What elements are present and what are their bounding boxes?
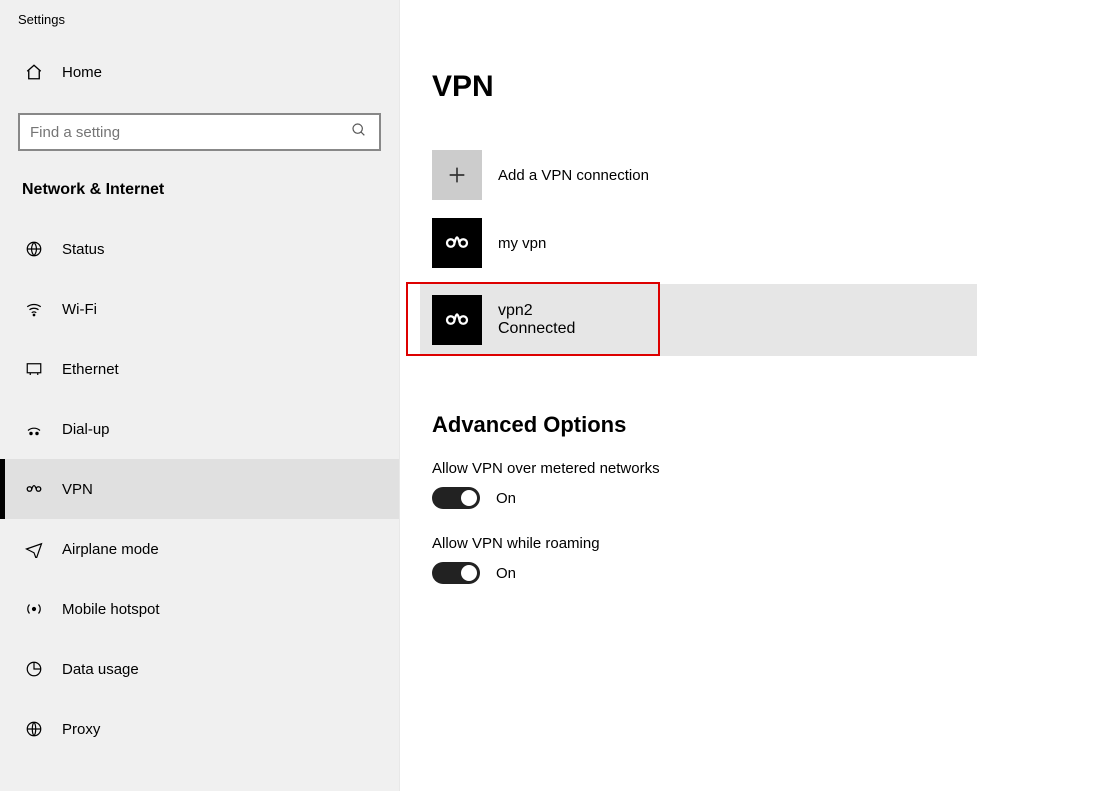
vpn-connection-status: Connected xyxy=(498,320,575,338)
vpn-connection-item-selected[interactable]: vpn2 Connected xyxy=(420,284,977,356)
add-vpn-button[interactable]: Add a VPN connection xyxy=(432,150,1096,200)
sidebar-item-ethernet[interactable]: Ethernet xyxy=(0,339,399,399)
sidebar-category: Network & Internet xyxy=(0,181,399,219)
airplane-icon xyxy=(22,540,46,558)
sidebar-item-proxy[interactable]: Proxy xyxy=(0,699,399,759)
vpn-icon xyxy=(22,480,46,498)
toggle-state: On xyxy=(496,565,516,582)
search-input[interactable] xyxy=(30,124,351,141)
settings-sidebar: Settings Home Network & Internet Status xyxy=(0,0,400,791)
toggle-metered[interactable] xyxy=(432,487,480,509)
sidebar-item-datausage[interactable]: Data usage xyxy=(0,639,399,699)
sidebar-item-label: Dial-up xyxy=(62,421,110,438)
sidebar-item-dialup[interactable]: Dial-up xyxy=(0,399,399,459)
sidebar-item-label: Proxy xyxy=(62,721,100,738)
option-label: Allow VPN over metered networks xyxy=(432,460,1096,477)
toggle-state: On xyxy=(496,490,516,507)
plus-icon xyxy=(432,150,482,200)
vpn-connection-name: vpn2 xyxy=(498,302,575,320)
sidebar-item-label: Airplane mode xyxy=(62,541,159,558)
globe-icon xyxy=(22,240,46,258)
sidebar-item-airplane[interactable]: Airplane mode xyxy=(0,519,399,579)
sidebar-item-label: Ethernet xyxy=(62,361,119,378)
wifi-icon xyxy=(22,300,46,318)
sidebar-item-vpn[interactable]: VPN xyxy=(0,459,399,519)
advanced-options-heading: Advanced Options xyxy=(432,412,1096,438)
vpn-connection-icon xyxy=(432,295,482,345)
hotspot-icon xyxy=(22,600,46,618)
add-vpn-label: Add a VPN connection xyxy=(498,167,649,184)
sidebar-item-label: Mobile hotspot xyxy=(62,601,160,618)
toggle-roaming[interactable] xyxy=(432,562,480,584)
proxy-icon xyxy=(22,720,46,738)
vpn-connection-item[interactable]: my vpn xyxy=(432,218,1096,268)
ethernet-icon xyxy=(22,360,46,378)
sidebar-item-label: Wi-Fi xyxy=(62,301,97,318)
home-label: Home xyxy=(62,64,102,81)
sidebar-item-status[interactable]: Status xyxy=(0,219,399,279)
home-icon xyxy=(22,63,46,81)
main-panel: VPN Add a VPN connection my vpn xyxy=(400,0,1096,791)
dialup-icon xyxy=(22,420,46,438)
window-title: Settings xyxy=(0,10,399,49)
option-label: Allow VPN while roaming xyxy=(432,535,1096,552)
sidebar-item-label: VPN xyxy=(62,481,93,498)
vpn-connection-name: my vpn xyxy=(498,235,546,252)
sidebar-item-label: Status xyxy=(62,241,105,258)
search-input-container[interactable] xyxy=(18,113,381,151)
vpn-connection-icon xyxy=(432,218,482,268)
page-title: VPN xyxy=(432,70,1096,104)
sidebar-item-label: Data usage xyxy=(62,661,139,678)
sidebar-item-hotspot[interactable]: Mobile hotspot xyxy=(0,579,399,639)
home-nav[interactable]: Home xyxy=(0,49,399,95)
datausage-icon xyxy=(22,660,46,678)
search-icon xyxy=(351,122,369,143)
sidebar-item-wifi[interactable]: Wi-Fi xyxy=(0,279,399,339)
